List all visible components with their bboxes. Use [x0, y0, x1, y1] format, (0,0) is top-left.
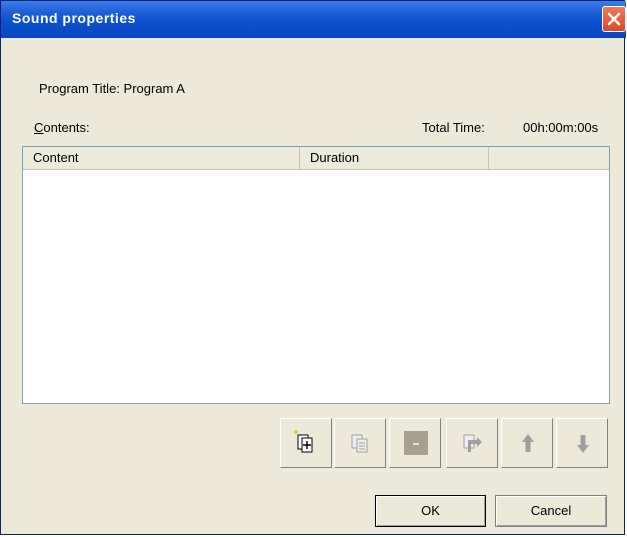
column-header-content[interactable]: Content	[23, 147, 300, 169]
sound-properties-dialog: Sound properties Program Title: Program …	[0, 0, 626, 535]
contents-label-rest: ontents:	[43, 120, 90, 135]
column-header-blank[interactable]	[489, 147, 609, 169]
move-down-button[interactable]	[556, 418, 608, 468]
remove-icon	[404, 431, 428, 455]
program-title-label: Program Title: Program A	[39, 81, 185, 96]
contents-label: Contents:	[34, 120, 90, 135]
remove-content-button[interactable]	[389, 418, 441, 468]
add-content-button[interactable]	[280, 418, 332, 468]
close-icon	[607, 12, 621, 26]
list-header: Content Duration	[23, 147, 609, 170]
column-header-duration[interactable]: Duration	[300, 147, 489, 169]
total-time-label: Total Time:	[422, 120, 485, 135]
replace-icon	[463, 434, 482, 452]
title-bar[interactable]: Sound properties	[1, 1, 626, 38]
total-time-value: 00h:00m:00s	[523, 120, 599, 135]
replace-content-button[interactable]	[446, 418, 498, 468]
window-title: Sound properties	[12, 10, 136, 26]
copy-icon	[351, 434, 368, 453]
copy-content-button[interactable]	[334, 418, 386, 468]
contents-list[interactable]: Content Duration	[22, 146, 610, 404]
cancel-button[interactable]: Cancel	[495, 495, 607, 527]
arrow-down-icon	[577, 435, 589, 453]
move-up-button[interactable]	[501, 418, 553, 468]
arrow-up-icon	[522, 434, 534, 452]
close-button[interactable]	[602, 6, 626, 32]
ok-button[interactable]: OK	[375, 495, 486, 527]
contents-label-mnemonic: C	[34, 120, 44, 135]
add-item-icon	[294, 430, 313, 453]
